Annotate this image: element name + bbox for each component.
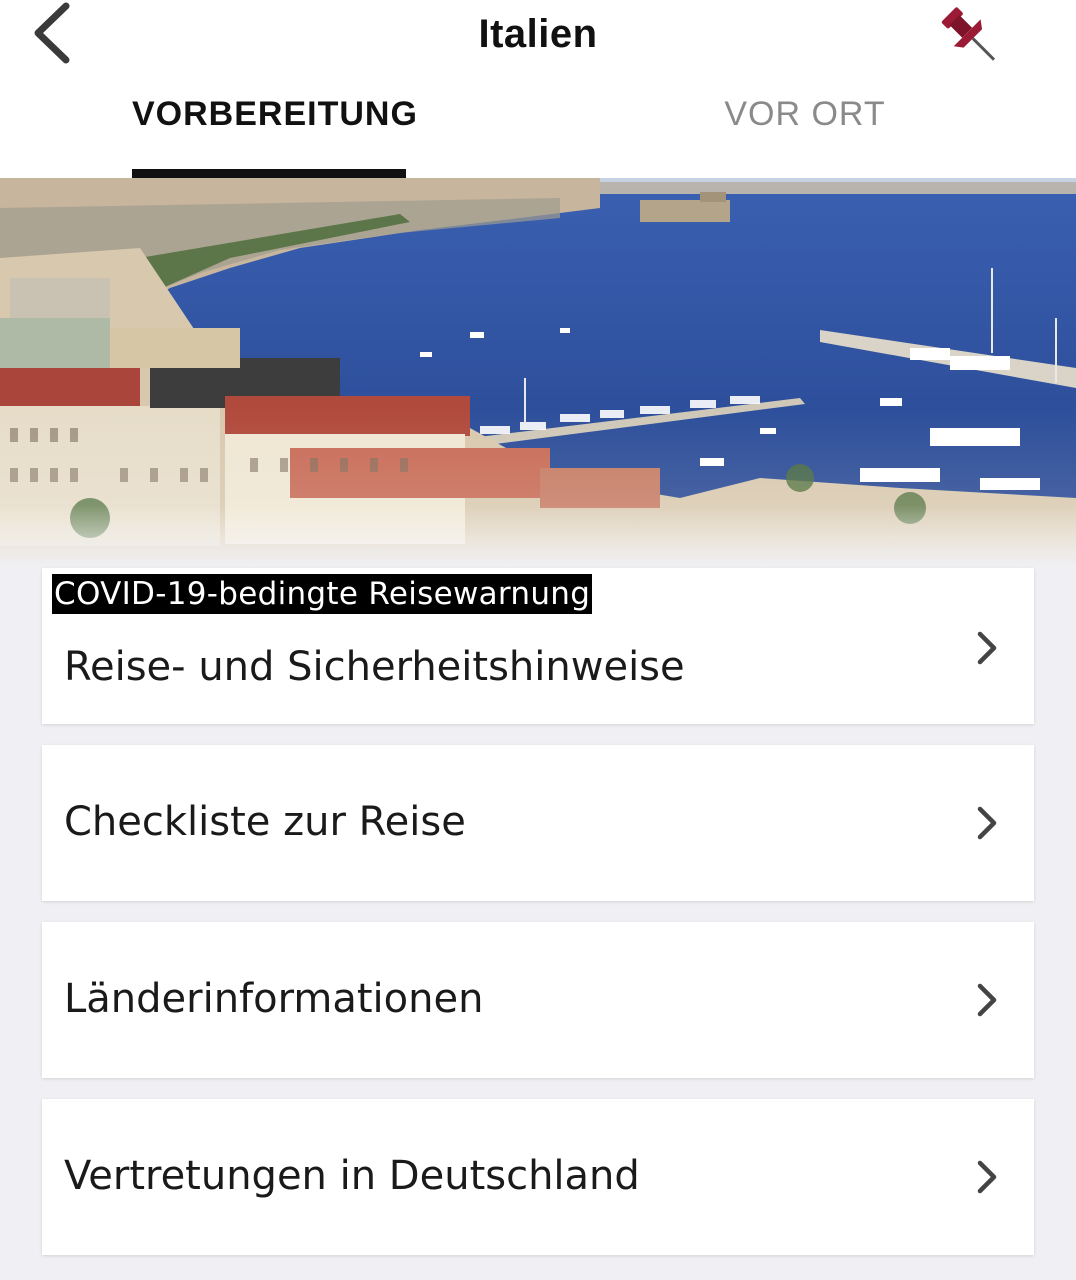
app-header: Italien VORBEREITUNG VOR ORT (0, 0, 1076, 180)
chevron-right-icon (977, 806, 997, 840)
tab-label: VOR ORT (724, 95, 886, 133)
country-hero-image (0, 178, 1076, 570)
menu-item-label: Reise- und Sicherheitshinweise (64, 644, 685, 690)
tab-vorbereitung[interactable]: VORBEREITUNG (132, 92, 418, 178)
tab-label: VORBEREITUNG (132, 95, 418, 133)
pushpin-icon (941, 7, 996, 61)
covid-warning-badge: COVID-19-bedingte Reisewarnung (52, 574, 593, 614)
chevron-right-icon (977, 631, 997, 665)
menu-item-label: Länderinformationen (64, 976, 484, 1022)
pin-button[interactable] (930, 2, 1010, 72)
chevron-right-icon (977, 983, 997, 1017)
menu-item-checkliste[interactable]: Checkliste zur Reise (42, 745, 1034, 901)
tab-vor-ort[interactable]: VOR ORT (700, 92, 910, 178)
menu-item-label: Vertretungen in Deutschland (64, 1153, 640, 1199)
menu-item-laenderinformationen[interactable]: Länderinformationen (42, 922, 1034, 1078)
page-title: Italien (478, 12, 598, 56)
menu-item-label: Checkliste zur Reise (64, 799, 466, 845)
active-tab-indicator (132, 169, 406, 178)
chevron-right-icon (977, 1160, 997, 1194)
menu-item-vertretungen[interactable]: Vertretungen in Deutschland (42, 1099, 1034, 1255)
